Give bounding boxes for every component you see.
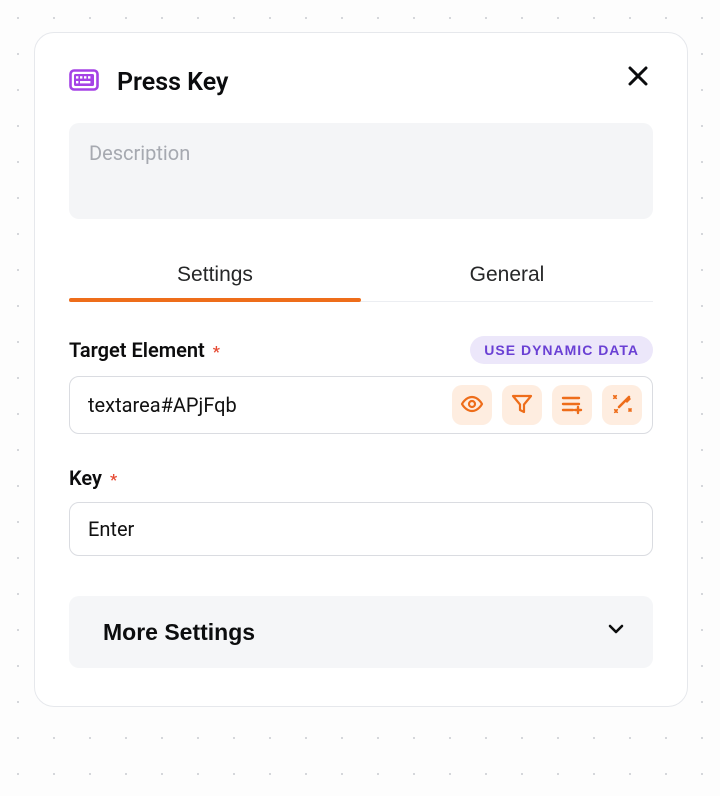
keyboard-icon (69, 67, 99, 97)
target-icon-toolbar (452, 385, 642, 425)
key-group: Key * (69, 466, 653, 556)
more-settings-label: More Settings (103, 619, 255, 646)
close-button[interactable] (623, 62, 653, 92)
magic-wand-button[interactable] (602, 385, 642, 425)
tab-settings[interactable]: Settings (69, 251, 361, 301)
close-icon (627, 65, 649, 90)
filter-button[interactable] (502, 385, 542, 425)
filter-icon (511, 393, 533, 418)
target-element-input[interactable] (88, 387, 452, 423)
required-marker: * (213, 342, 220, 361)
tab-bar: Settings General (69, 251, 653, 302)
preview-button[interactable] (452, 385, 492, 425)
key-input[interactable] (88, 511, 642, 547)
required-marker: * (110, 470, 117, 489)
magic-wand-icon (610, 392, 634, 419)
target-element-group: Target Element * USE DYNAMIC DATA (69, 336, 653, 434)
panel-title: Press Key (117, 68, 228, 97)
key-input-shell (69, 502, 653, 556)
press-key-panel: Press Key Settings General Target Elemen… (34, 32, 688, 707)
chevron-down-icon (605, 618, 627, 646)
target-element-label: Target Element (69, 338, 205, 362)
target-element-input-shell (69, 376, 653, 434)
description-input[interactable] (69, 123, 653, 219)
list-add-button[interactable] (552, 385, 592, 425)
tab-general[interactable]: General (361, 251, 653, 301)
more-settings-toggle[interactable]: More Settings (69, 596, 653, 668)
panel-header: Press Key (69, 67, 653, 97)
eye-icon (460, 392, 484, 419)
use-dynamic-data-button[interactable]: USE DYNAMIC DATA (470, 336, 653, 364)
list-add-icon (560, 392, 584, 419)
key-label: Key (69, 466, 102, 490)
